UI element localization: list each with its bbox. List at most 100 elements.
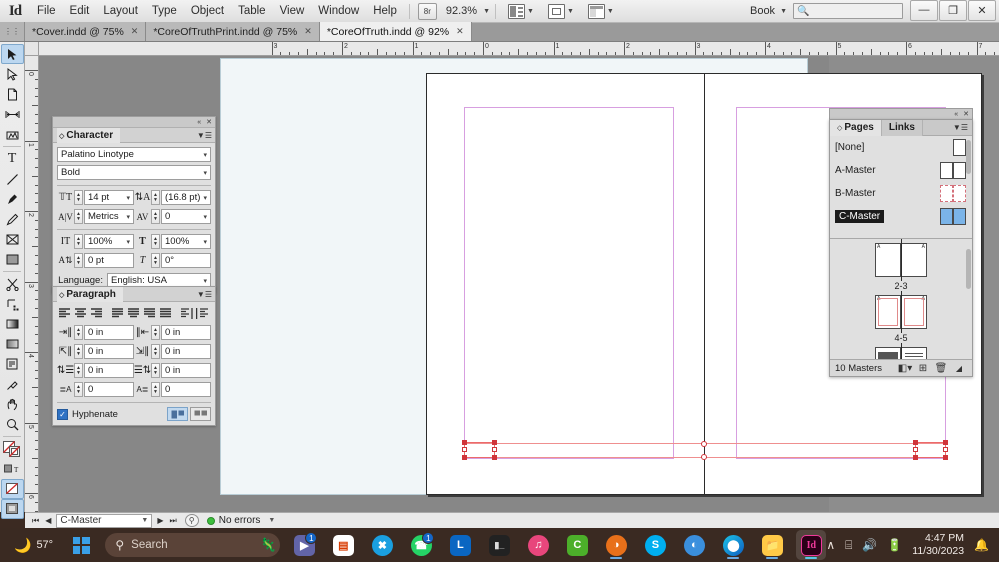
font-style-field[interactable]: Bold ▾ xyxy=(57,165,211,180)
close-icon[interactable]: ✕ xyxy=(304,26,312,37)
kerning-stepper[interactable]: ▲▼ xyxy=(74,209,83,224)
taskbar-app-whatsapp[interactable]: ☎ 1 xyxy=(406,530,436,560)
selection-tool[interactable] xyxy=(1,44,24,64)
start-button[interactable] xyxy=(66,530,96,560)
menu-window[interactable]: Window xyxy=(311,0,366,23)
tab-cover[interactable]: *Cover.indd @ 75% ✕ xyxy=(25,22,146,41)
align-away-spine-icon[interactable] xyxy=(195,306,210,321)
network-icon[interactable]: ⌸ xyxy=(845,538,852,553)
free-transform-tool[interactable] xyxy=(1,294,24,314)
character-panel[interactable]: « ✕ ◇Character ▼☰ Palatino Linotype ▾ Bo… xyxy=(52,116,216,293)
arrange-documents-dropdown[interactable]: ▼ xyxy=(548,4,574,19)
previous-page-icon[interactable]: ◀ xyxy=(42,516,54,525)
hyphenate-checkbox[interactable]: ✓ xyxy=(57,409,68,420)
zoom-tool[interactable] xyxy=(1,414,24,434)
master-row-c[interactable]: C-Master xyxy=(830,205,972,228)
text-frame-right[interactable] xyxy=(915,442,946,458)
notification-bell-icon[interactable]: 🔔 xyxy=(974,538,989,552)
horizontal-scale-field[interactable]: 100% ▾ xyxy=(161,234,211,249)
tab-pages[interactable]: ◇Pages xyxy=(830,120,882,136)
book-workspace-label[interactable]: Book xyxy=(750,5,775,17)
paragraph-panel[interactable]: ◇Paragraph ▼☰ xyxy=(52,286,216,426)
pen-tool[interactable] xyxy=(1,189,24,209)
horizontal-scale-stepper[interactable]: ▲▼ xyxy=(151,234,160,249)
spread-item-2-3[interactable]: A A 2-3 xyxy=(830,239,972,291)
edit-page-size-icon[interactable]: ◧▾ xyxy=(896,363,914,374)
page-tool[interactable] xyxy=(1,84,24,104)
text-in-port[interactable] xyxy=(701,441,707,447)
menu-view[interactable]: View xyxy=(273,0,312,23)
weather-widget[interactable]: 🌙 57° xyxy=(0,537,66,554)
restore-button[interactable]: ❐ xyxy=(939,0,967,21)
character-panel-header[interactable]: ◇Character ▼☰ xyxy=(53,128,215,143)
first-page-icon[interactable]: ⏮ xyxy=(29,516,42,526)
first-line-indent-stepper[interactable]: ▲▼ xyxy=(74,344,83,359)
scissors-tool[interactable] xyxy=(1,274,24,294)
horizontal-ruler[interactable]: 321012345678910 xyxy=(39,42,999,56)
balance-columns-on-icon[interactable] xyxy=(167,407,188,421)
frame-handle[interactable] xyxy=(943,440,948,445)
taskbar-clock[interactable]: 4:47 PM 11/30/2023 xyxy=(912,532,964,558)
frame-handle[interactable] xyxy=(492,455,497,460)
spreads-list[interactable]: A A 2-3 A A 4-5 xyxy=(830,239,972,365)
note-tool[interactable] xyxy=(1,354,24,374)
workspace-switcher-dropdown[interactable]: ▼ xyxy=(588,4,614,19)
frame-handle[interactable] xyxy=(462,440,467,445)
balance-columns-off-icon[interactable] xyxy=(190,407,211,421)
chevron-down-icon[interactable]: ▼ xyxy=(268,517,275,524)
vertical-ruler[interactable]: 0123456 xyxy=(25,56,39,512)
taskbar-app-indesign[interactable]: Id xyxy=(796,530,826,560)
align-left-icon[interactable] xyxy=(57,306,72,321)
taskbar-app-file-explorer[interactable]: 📁 xyxy=(757,530,787,560)
panel-menu-icon[interactable]: ▼☰ xyxy=(197,131,212,140)
left-indent-stepper[interactable]: ▲▼ xyxy=(74,325,83,340)
drop-cap-chars-field[interactable]: 0 xyxy=(161,382,211,397)
frame-handle[interactable] xyxy=(943,455,948,460)
taskbar-app-teams[interactable]: ▶ 1 xyxy=(289,530,319,560)
space-after-field[interactable]: 0 in xyxy=(161,363,211,378)
fill-stroke-swatch[interactable] xyxy=(1,439,24,459)
next-page-icon[interactable]: ▶ xyxy=(154,516,166,525)
apply-none-button[interactable] xyxy=(1,479,24,499)
justify-right-icon[interactable] xyxy=(142,306,157,321)
align-toward-spine-icon[interactable] xyxy=(179,306,194,321)
rectangle-tool[interactable] xyxy=(1,249,24,269)
kerning-field[interactable]: Metrics ▾ xyxy=(84,209,134,224)
drop-cap-chars-stepper[interactable]: ▲▼ xyxy=(151,382,160,397)
close-icon[interactable]: ✕ xyxy=(456,26,464,37)
menu-table[interactable]: Table xyxy=(231,0,273,23)
taskbar-search[interactable]: ⚲ Search 🦎 xyxy=(105,533,280,557)
space-before-stepper[interactable]: ▲▼ xyxy=(74,363,83,378)
frame-handle[interactable] xyxy=(913,447,918,452)
close-button[interactable]: ✕ xyxy=(968,0,996,21)
frame-handle[interactable] xyxy=(462,447,467,452)
gradient-swatch-tool[interactable] xyxy=(1,314,24,334)
taskbar-app-creative-cloud[interactable]: C xyxy=(562,530,592,560)
battery-icon[interactable]: 🔋 xyxy=(887,538,902,552)
font-size-field[interactable]: 14 pt ▾ xyxy=(84,190,134,205)
frame-handle[interactable] xyxy=(492,440,497,445)
right-indent-stepper[interactable]: ▲▼ xyxy=(151,325,160,340)
first-line-indent-field[interactable]: 0 in xyxy=(84,344,134,359)
text-out-port[interactable] xyxy=(701,454,707,460)
justify-left-icon[interactable] xyxy=(110,306,125,321)
eyedropper-tool[interactable] xyxy=(1,374,24,394)
baseline-shift-stepper[interactable]: ▲▼ xyxy=(74,253,83,268)
vertical-scale-field[interactable]: 100% ▾ xyxy=(84,234,134,249)
frame-handle[interactable] xyxy=(943,447,948,452)
menu-edit[interactable]: Edit xyxy=(63,0,97,23)
left-indent-field[interactable]: 0 in xyxy=(84,325,134,340)
font-family-field[interactable]: Palatino Linotype ▾ xyxy=(57,147,211,162)
taskbar-app-linkedin[interactable]: L xyxy=(445,530,475,560)
volume-icon[interactable]: 🔊 xyxy=(862,538,877,552)
direct-selection-tool[interactable] xyxy=(1,64,24,84)
tab-coreoftruth[interactable]: *CoreOfTruth.indd @ 92% ✕ xyxy=(320,22,472,41)
paragraph-panel-header[interactable]: ◇Paragraph ▼☰ xyxy=(53,287,215,302)
last-line-indent-stepper[interactable]: ▲▼ xyxy=(151,344,160,359)
frame-handle[interactable] xyxy=(462,455,467,460)
preflight-icon[interactable]: ⚲ xyxy=(185,514,199,527)
vertical-scale-stepper[interactable]: ▲▼ xyxy=(74,234,83,249)
type-tool[interactable]: T xyxy=(1,149,24,169)
taskbar-app-microsoft-store[interactable]: ▤ xyxy=(328,530,358,560)
pages-panel[interactable]: ◇Pages Links ▼☰ [None] A-Master xyxy=(829,119,973,377)
